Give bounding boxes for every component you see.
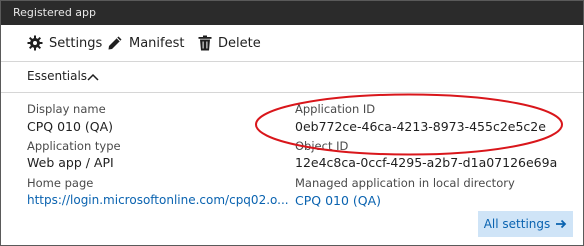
gear-icon xyxy=(27,35,43,51)
window-title: Registered app xyxy=(13,6,96,19)
all-settings-button[interactable]: All settings xyxy=(478,211,573,237)
display-name-label: Display name xyxy=(27,102,106,116)
all-settings-label: All settings xyxy=(483,217,551,231)
managed-application-link[interactable]: CPQ 010 (QA) xyxy=(295,193,381,208)
delete-button[interactable]: Delete xyxy=(198,33,261,53)
trash-icon xyxy=(198,35,212,51)
chevron-up-icon xyxy=(87,73,99,81)
application-id-value[interactable]: 0eb772ce-46ca-4213-8973-455c2e5c2e xyxy=(295,119,546,134)
display-name-value: CPQ 010 (QA) xyxy=(27,119,114,134)
application-id-label: Application ID xyxy=(295,102,376,116)
essentials-label: Essentials xyxy=(27,69,88,83)
home-page-link[interactable]: https://login.microsoftonline.com/cpq02.… xyxy=(27,193,289,207)
settings-button[interactable]: Settings xyxy=(27,33,102,53)
arrow-right-icon xyxy=(556,219,567,229)
delete-label: Delete xyxy=(218,35,261,51)
manifest-button[interactable]: Manifest xyxy=(107,33,184,53)
managed-application-label: Managed application in local directory xyxy=(295,176,515,190)
title-bar: Registered app xyxy=(1,1,583,25)
toolbar: Settings Manifest Delete xyxy=(1,25,583,62)
application-type-label: Application type xyxy=(27,139,121,153)
application-type-value: Web app / API xyxy=(27,155,114,170)
object-id-value[interactable]: 12e4c8ca-0ccf-4295-a2b7-d1a07126e69a xyxy=(295,155,557,170)
registered-app-panel: Registered app Settings Manifest Delete … xyxy=(0,0,584,246)
manifest-label: Manifest xyxy=(129,35,185,51)
object-id-label: Object ID xyxy=(295,139,349,153)
pencil-icon xyxy=(108,36,122,50)
home-page-label: Home page xyxy=(27,176,94,190)
settings-label: Settings xyxy=(49,35,103,51)
essentials-toggle[interactable]: Essentials xyxy=(1,62,583,93)
